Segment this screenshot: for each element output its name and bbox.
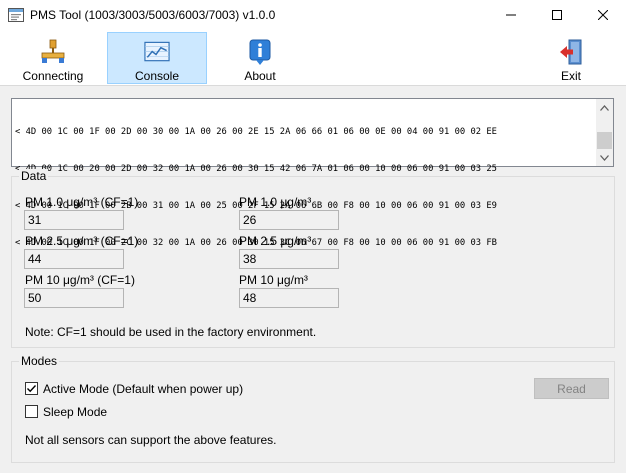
console-output[interactable]: < 4D 00 1C 00 1F 00 2D 00 30 00 1A 00 26… — [11, 98, 614, 248]
data-note: Note: CF=1 should be used in the factory… — [25, 325, 317, 339]
maximize-button[interactable] — [534, 0, 580, 30]
data-group-title: Data — [19, 169, 49, 183]
window-title: PMS Tool (1003/3003/5003/6003/7003) v1.0… — [30, 8, 276, 22]
title-bar[interactable]: PMS Tool (1003/3003/5003/6003/7003) v1.0… — [0, 0, 626, 30]
chevron-up-icon — [600, 104, 609, 111]
vertical-scrollbar[interactable] — [596, 99, 613, 166]
exit-button[interactable]: Exit — [540, 32, 602, 84]
connecting-label: Connecting — [22, 69, 84, 83]
minimize-button[interactable] — [488, 0, 534, 30]
app-icon — [8, 8, 24, 22]
chart-monitor-icon — [144, 41, 170, 62]
read-button[interactable]: Read — [534, 378, 609, 399]
sleep-mode-checkbox[interactable] — [25, 405, 38, 418]
minimize-icon — [506, 14, 516, 16]
maximize-icon — [552, 10, 562, 20]
console-line: < 4D 00 1C 00 20 00 2D 00 32 00 1A 00 26… — [15, 164, 497, 175]
pm10-label: PM 10 μg/m³ — [239, 273, 308, 287]
pm25-cf1-field[interactable]: 44 — [24, 249, 124, 269]
scroll-up-button[interactable] — [596, 99, 613, 116]
pm1-field[interactable]: 26 — [239, 210, 339, 230]
pm1-cf1-field[interactable]: 31 — [24, 210, 124, 230]
pm10-field[interactable]: 48 — [239, 288, 339, 308]
scrollbar-thumb[interactable] — [597, 132, 612, 149]
close-button[interactable] — [580, 0, 626, 30]
about-label: About — [244, 69, 276, 83]
pm1-cf1-label: PM 1.0 μg/m³ (CF=1) — [25, 195, 139, 209]
exit-label: Exit — [560, 69, 581, 83]
chevron-down-icon — [600, 154, 609, 161]
checkmark-icon — [27, 385, 37, 393]
pm1-label: PM 1.0 μg/m³ — [239, 195, 312, 209]
active-mode-checkbox[interactable] — [25, 382, 38, 395]
scroll-down-button[interactable] — [596, 149, 613, 166]
toolbar: Connecting Console About Exit — [0, 30, 626, 86]
exit-door-icon — [560, 39, 582, 65]
active-mode-label[interactable]: Active Mode (Default when power up) — [43, 382, 243, 396]
pm25-cf1-label: PM 2.5 μg/m³ (CF=1) — [25, 234, 139, 248]
about-button[interactable]: About — [220, 32, 300, 84]
connecting-button[interactable]: Connecting — [12, 32, 94, 84]
info-icon — [249, 39, 271, 65]
pm10-cf1-field[interactable]: 50 — [24, 288, 124, 308]
sleep-mode-label[interactable]: Sleep Mode — [43, 405, 107, 419]
pm25-field[interactable]: 38 — [239, 249, 339, 269]
plug-connect-icon — [41, 39, 65, 63]
console-label: Console — [134, 69, 180, 83]
close-icon — [598, 10, 608, 20]
console-button[interactable]: Console — [107, 32, 207, 84]
pm10-cf1-label: PM 10 μg/m³ (CF=1) — [25, 273, 135, 287]
modes-group-title: Modes — [19, 354, 60, 368]
pm25-label: PM 2.5 μg/m³ — [239, 234, 312, 248]
modes-note: Not all sensors can support the above fe… — [25, 433, 277, 447]
console-line: < 4D 00 1C 00 1F 00 2D 00 30 00 1A 00 26… — [15, 126, 497, 137]
